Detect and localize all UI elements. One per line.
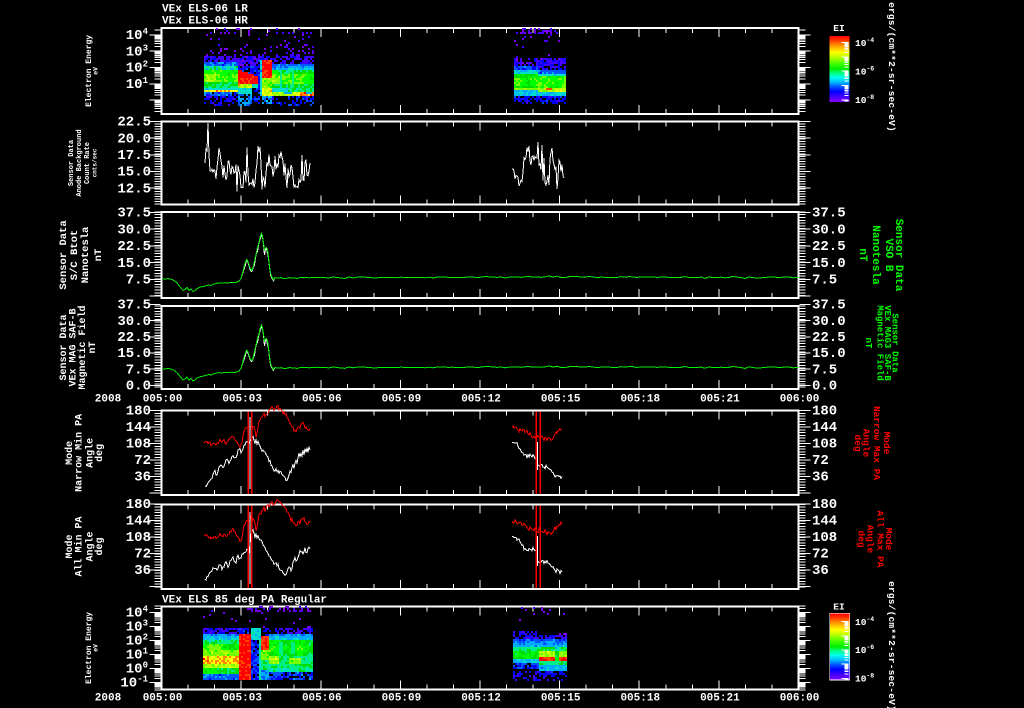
svg-text:Anode Background: Anode Background: [76, 129, 84, 196]
svg-text:37.5: 37.5: [117, 298, 151, 314]
svg-text:72: 72: [812, 547, 829, 563]
svg-text:0.0: 0.0: [812, 379, 837, 395]
svg-text:36: 36: [812, 470, 829, 486]
svg-text:005:06: 005:06: [302, 394, 342, 406]
svg-text:ergs/(cm**2-sr-sec-eV): ergs/(cm**2-sr-sec-eV): [886, 2, 897, 132]
svg-text:15.0: 15.0: [117, 165, 151, 181]
svg-text:005:21: 005:21: [700, 693, 740, 705]
svg-text:005:12: 005:12: [461, 394, 501, 406]
svg-text:180: 180: [126, 497, 151, 513]
svg-text:Nanotesla: Nanotesla: [80, 226, 92, 283]
svg-text:005:03: 005:03: [222, 394, 262, 406]
svg-text:144: 144: [812, 420, 837, 436]
svg-text:EI: EI: [833, 601, 844, 612]
svg-text:15.0: 15.0: [117, 256, 151, 272]
svg-text:36: 36: [812, 563, 829, 579]
svg-text:Nanotesla: Nanotesla: [869, 225, 881, 285]
svg-text:005:03: 005:03: [222, 693, 262, 705]
svg-text:005:09: 005:09: [382, 693, 422, 705]
svg-text:108: 108: [126, 437, 151, 453]
svg-text:72: 72: [134, 547, 151, 563]
svg-text:Magnetic Field: Magnetic Field: [875, 305, 885, 381]
svg-text:22.5: 22.5: [117, 330, 151, 346]
svg-text:All Min PA: All Min PA: [74, 516, 86, 576]
svg-text:005:12: 005:12: [461, 693, 501, 705]
svg-text:144: 144: [126, 514, 151, 530]
svg-text:VEx ELS-06 LR: VEx ELS-06 LR: [162, 4, 248, 16]
svg-text:180: 180: [126, 404, 151, 420]
svg-text:108: 108: [126, 530, 151, 546]
svg-text:005:00: 005:00: [143, 693, 183, 705]
svg-text:144: 144: [812, 514, 837, 530]
svg-text:deg: deg: [856, 530, 867, 547]
svg-text:deg: deg: [94, 537, 106, 555]
svg-text:22.5: 22.5: [812, 330, 846, 346]
svg-text:36: 36: [134, 563, 151, 579]
svg-text:005:18: 005:18: [620, 394, 660, 406]
svg-text:VEx ELS-06 HR: VEx ELS-06 HR: [162, 16, 248, 28]
svg-text:20.0: 20.0: [117, 131, 151, 147]
svg-text:deg: deg: [852, 434, 863, 451]
svg-text:nT: nT: [88, 341, 99, 353]
svg-text:180: 180: [812, 497, 837, 513]
svg-text:VEx ELS 85 deg PA Regular: VEx ELS 85 deg PA Regular: [162, 595, 327, 607]
svg-text:nT: nT: [93, 249, 105, 262]
svg-text:7.5: 7.5: [812, 362, 837, 378]
svg-text:37.5: 37.5: [117, 206, 151, 222]
svg-text:VSO B: VSO B: [882, 238, 894, 271]
svg-text:30.0: 30.0: [117, 222, 151, 238]
svg-text:72: 72: [812, 453, 829, 469]
svg-text:15.0: 15.0: [812, 346, 846, 362]
svg-text:0.0: 0.0: [126, 379, 151, 395]
svg-text:180: 180: [812, 404, 837, 420]
svg-text:7.5: 7.5: [812, 273, 837, 289]
svg-text:30.0: 30.0: [117, 314, 151, 330]
svg-text:7.5: 7.5: [126, 362, 151, 378]
svg-text:36: 36: [134, 470, 151, 486]
svg-text:005:21: 005:21: [700, 394, 740, 406]
svg-text:eV: eV: [93, 67, 100, 75]
svg-text:15.0: 15.0: [812, 256, 846, 272]
svg-text:144: 144: [126, 420, 151, 436]
svg-text:7.5: 7.5: [126, 273, 151, 289]
svg-text:005:09: 005:09: [382, 394, 422, 406]
svg-text:005:06: 005:06: [302, 693, 342, 705]
svg-text:30.0: 30.0: [812, 222, 846, 238]
svg-text:22.5: 22.5: [117, 239, 151, 255]
svg-text:37.5: 37.5: [812, 206, 846, 222]
svg-text:108: 108: [812, 530, 837, 546]
svg-text:eV: eV: [93, 644, 100, 652]
svg-text:005:18: 005:18: [620, 693, 660, 705]
svg-text:006:00: 006:00: [780, 693, 820, 705]
svg-text:EI: EI: [833, 23, 844, 34]
svg-text:cnts/sec: cnts/sec: [92, 148, 99, 177]
svg-text:22.5: 22.5: [812, 239, 846, 255]
svg-text:Sensor Data: Sensor Data: [68, 139, 76, 186]
svg-text:deg: deg: [94, 444, 106, 462]
svg-text:005:15: 005:15: [541, 394, 581, 406]
svg-text:12.5: 12.5: [117, 181, 151, 197]
svg-text:nT: nT: [863, 338, 873, 349]
svg-text:005:15: 005:15: [541, 693, 581, 705]
svg-text:2008: 2008: [95, 693, 122, 705]
svg-text:nT: nT: [856, 248, 868, 262]
svg-text:22.5: 22.5: [117, 115, 151, 131]
svg-text:37.5: 37.5: [812, 298, 846, 314]
svg-text:15.0: 15.0: [117, 346, 151, 362]
svg-text:30.0: 30.0: [812, 314, 846, 330]
svg-text:Narrow Min PA: Narrow Min PA: [74, 414, 86, 492]
svg-text:108: 108: [812, 437, 837, 453]
svg-text:17.5: 17.5: [117, 148, 151, 164]
svg-text:2008: 2008: [95, 394, 122, 406]
svg-text:ergs/(cm**2-sr-sec-eV): ergs/(cm**2-sr-sec-eV): [886, 581, 897, 708]
svg-text:Narrow Max PA: Narrow Max PA: [871, 406, 882, 480]
svg-text:72: 72: [134, 453, 151, 469]
